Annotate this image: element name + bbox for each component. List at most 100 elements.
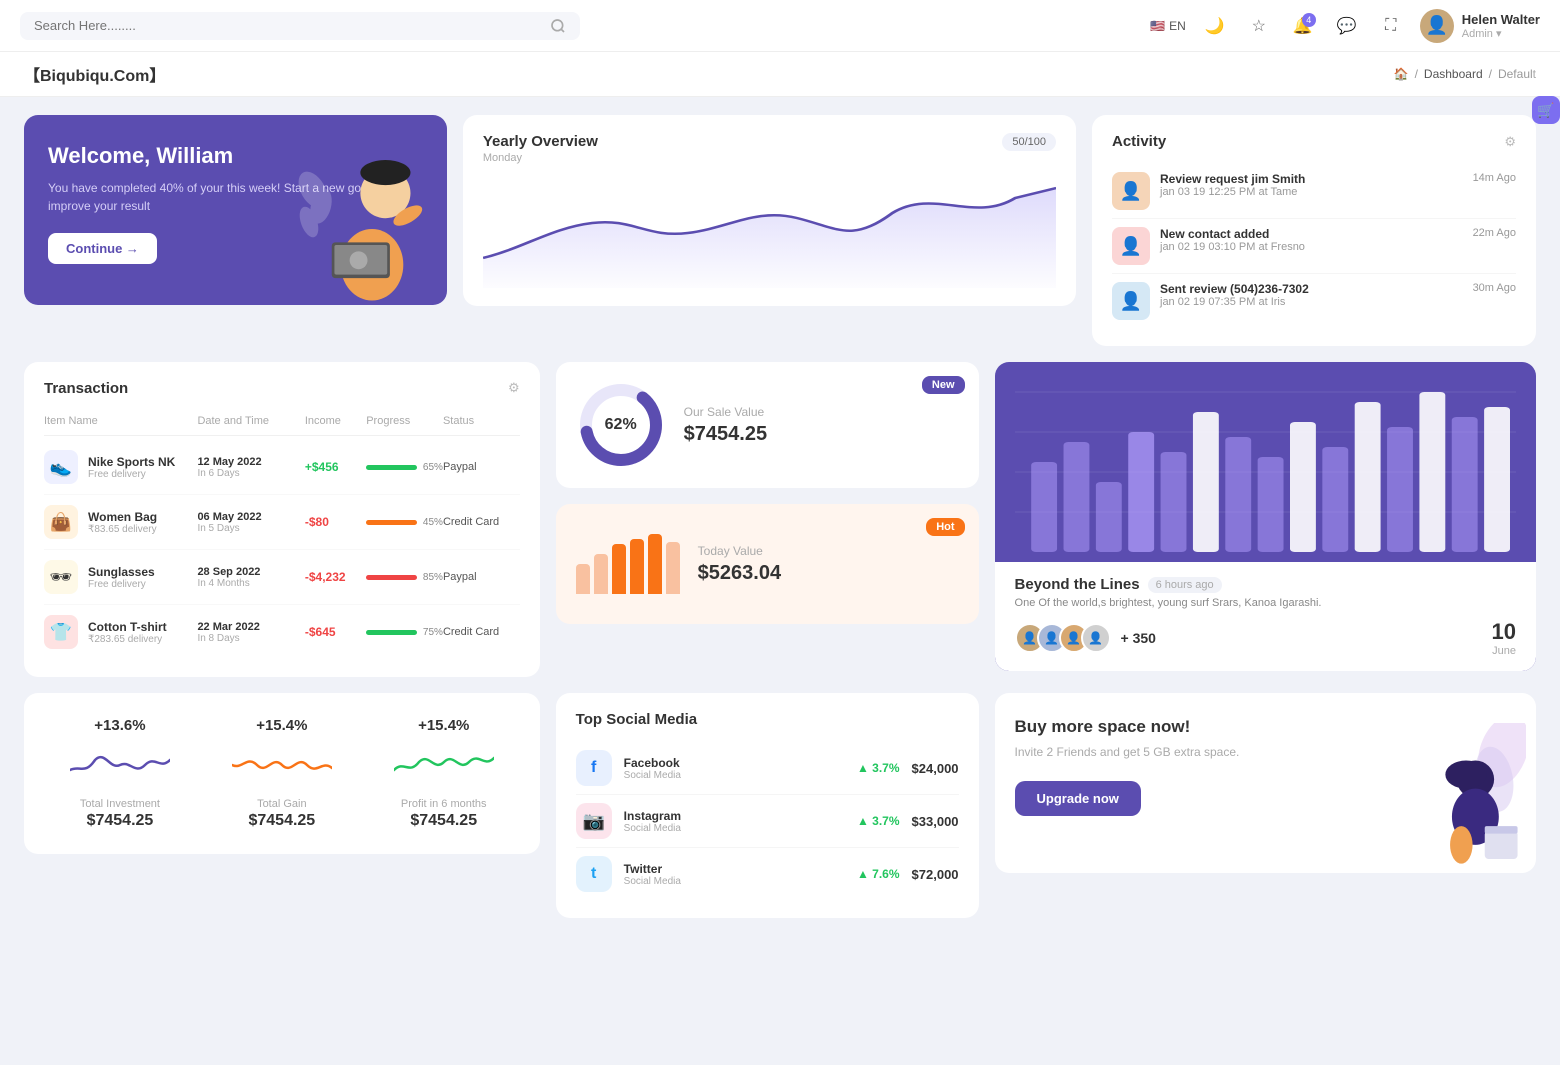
activity-thumb-1: 👤 — [1112, 227, 1150, 265]
social-type-1: Social Media — [624, 823, 845, 834]
social-name-0: Facebook — [624, 756, 845, 770]
social-media-card: Top Social Media f Facebook Social Media… — [556, 693, 979, 918]
beyond-info: Beyond the Lines 6 hours ago One Of the … — [995, 562, 1536, 671]
col-item-name: Item Name — [44, 415, 197, 427]
sparkline-card: +13.6% Total Investment $7454.25 +15.4% — [24, 693, 540, 854]
col-status: Status — [443, 415, 520, 427]
favorites-icon[interactable]: ☆ — [1244, 11, 1274, 41]
breadcrumb-bar: 【Biqubiqu.Com】 🏠 / Dashboard / Default — [0, 52, 1560, 97]
activity-time-1: 22m Ago — [1473, 227, 1516, 239]
item-sub-0: Free delivery — [88, 469, 175, 480]
messages-icon[interactable]: 💬 — [1332, 11, 1362, 41]
spark-item-2: +15.4% Profit in 6 months $7454.25 — [368, 717, 520, 830]
search-bar[interactable] — [20, 12, 580, 40]
breadcrumb-home-icon[interactable]: 🏠 — [1394, 67, 1409, 81]
notifications-icon[interactable]: 🔔 4 — [1288, 11, 1318, 41]
table-row: 👟 Nike Sports NK Free delivery 12 May 20… — [44, 440, 520, 495]
activity-settings-icon[interactable]: ⚙ — [1504, 134, 1516, 150]
search-input[interactable] — [34, 18, 542, 33]
activity-item-0: 👤 Review request jim Smith jan 03 19 12:… — [1112, 164, 1516, 219]
item-sub-1: ₹83.65 delivery — [88, 524, 157, 535]
overview-header: Yearly Overview Monday 50/100 — [483, 133, 1056, 164]
spark-chart-2 — [368, 740, 520, 790]
progress-0: 65% — [366, 462, 443, 473]
spark-chart-0 — [44, 740, 196, 790]
hot-sale-label: Today Value — [698, 544, 781, 558]
date-0: 12 May 2022 — [197, 456, 304, 468]
item-info-2: 🕶 Sunglasses Free delivery — [44, 560, 197, 594]
overview-title: Yearly Overview — [483, 133, 598, 150]
social-row-2: t Twitter Social Media ▲ 7.6% $72,000 — [576, 848, 959, 900]
donut-chart: 62% — [576, 380, 666, 470]
spark-value-0: $7454.25 — [44, 812, 196, 830]
breadcrumb-default[interactable]: Default — [1498, 67, 1536, 81]
beyond-date-num: 10 — [1492, 619, 1516, 645]
status-0: Paypal — [443, 461, 520, 473]
dark-mode-toggle[interactable]: 🌙 — [1200, 11, 1230, 41]
income-2: -$4,232 — [305, 570, 366, 584]
activity-desc-0: jan 03 19 12:25 PM at Tame — [1160, 186, 1463, 198]
item-name-2: Sunglasses — [88, 565, 155, 579]
date-sub-3: In 8 Days — [197, 633, 304, 644]
social-row-1: 📷 Instagram Social Media ▲ 3.7% $33,000 — [576, 795, 959, 848]
hot-badge: Hot — [926, 518, 964, 536]
status-2: Paypal — [443, 571, 520, 583]
facebook-icon: f — [576, 750, 612, 786]
continue-button[interactable]: Continue → — [48, 233, 157, 264]
spark-label-1: Total Gain — [206, 798, 358, 810]
spark-pct-1: +15.4% — [206, 717, 358, 734]
upgrade-button[interactable]: Upgrade now — [1015, 781, 1141, 816]
hot-sale-value: $5263.04 — [698, 562, 781, 585]
item-icon-3: 👕 — [44, 615, 78, 649]
hot-bar-chart — [576, 534, 680, 594]
income-3: -$645 — [305, 625, 366, 639]
social-type-2: Social Media — [624, 876, 845, 887]
activity-desc-2: jan 02 19 07:35 PM at Iris — [1160, 296, 1463, 308]
activity-thumb-2: 👤 — [1112, 282, 1150, 320]
spark-label-0: Total Investment — [44, 798, 196, 810]
yearly-overview-chart — [483, 168, 1056, 288]
spark-item-0: +13.6% Total Investment $7454.25 — [44, 717, 196, 830]
language-selector[interactable]: 🇺🇸 EN — [1150, 19, 1186, 33]
row-1: Welcome, William You have completed 40% … — [24, 115, 1536, 346]
activity-time-2: 30m Ago — [1473, 282, 1516, 294]
nav-right: 🇺🇸 EN 🌙 ☆ 🔔 4 💬 ⛶ 👤 Helen Walter Admin ▾ — [1150, 9, 1540, 43]
user-profile[interactable]: 👤 Helen Walter Admin ▾ — [1420, 9, 1540, 43]
top-navigation: 🇺🇸 EN 🌙 ☆ 🔔 4 💬 ⛶ 👤 Helen Walter Admin ▾ — [0, 0, 1560, 52]
item-name-1: Women Bag — [88, 510, 157, 524]
main-content: Welcome, William You have completed 40% … — [0, 97, 1560, 936]
date-2: 28 Sep 2022 — [197, 566, 304, 578]
beyond-date-month: June — [1492, 645, 1516, 657]
activity-content-0: Review request jim Smith jan 03 19 12:25… — [1160, 172, 1463, 198]
activity-title-0: Review request jim Smith — [1160, 172, 1463, 186]
transaction-settings-icon[interactable]: ⚙ — [508, 380, 520, 396]
social-info-0: Facebook Social Media — [624, 756, 845, 781]
beyond-desc: One Of the world,s brightest, young surf… — [1015, 597, 1516, 609]
transaction-header: Transaction ⚙ — [44, 380, 520, 397]
social-amount-0: $24,000 — [912, 761, 959, 776]
progress-pct-0: 65% — [423, 462, 443, 473]
search-icon — [550, 18, 566, 34]
status-1: Credit Card — [443, 516, 520, 528]
date-sub-0: In 6 Days — [197, 468, 304, 479]
item-info-1: 👜 Women Bag ₹83.65 delivery — [44, 505, 197, 539]
income-0: +$456 — [305, 460, 366, 474]
social-info-1: Instagram Social Media — [624, 809, 845, 834]
beyond-title: Beyond the Lines — [1015, 576, 1140, 593]
social-row-0: f Facebook Social Media ▲ 3.7% $24,000 — [576, 742, 959, 795]
social-change-0: ▲ 3.7% — [857, 761, 900, 775]
table-row: 👕 Cotton T-shirt ₹283.65 delivery 22 Mar… — [44, 605, 520, 659]
breadcrumb-dashboard[interactable]: Dashboard — [1424, 67, 1483, 81]
avatar-sm-3: 👤 — [1081, 623, 1111, 653]
user-role: Admin ▾ — [1462, 27, 1540, 40]
date-3: 22 Mar 2022 — [197, 621, 304, 633]
overview-subtitle: Monday — [483, 152, 598, 164]
spark-value-2: $7454.25 — [368, 812, 520, 830]
sale-column: New 62% Our Sale Value $7454.25 Hot — [556, 362, 979, 624]
avatar-group: 👤 👤 👤 👤 — [1015, 623, 1111, 653]
fullscreen-icon[interactable]: ⛶ — [1376, 11, 1406, 41]
item-sub-2: Free delivery — [88, 579, 155, 590]
col-income: Income — [305, 415, 366, 427]
row-2: Transaction ⚙ Item Name Date and Time In… — [24, 362, 1536, 677]
hot-sale-card: Hot Today Value $5263.04 — [556, 504, 979, 624]
